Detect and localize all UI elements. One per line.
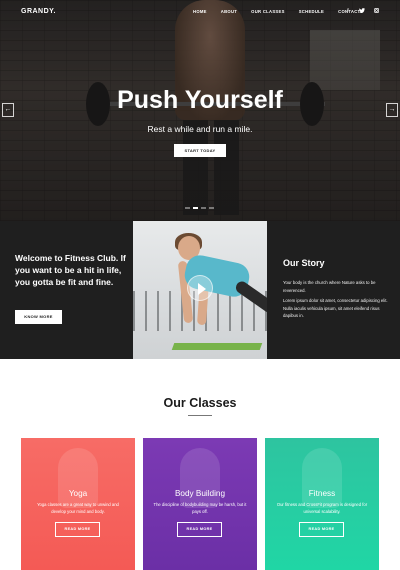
classes-title: Our Classes <box>163 396 237 410</box>
welcome-panel: Welcome to Fitness Club. If you want to … <box>0 221 133 359</box>
nav-item-schedule[interactable]: SCHEDULE <box>299 9 324 14</box>
card-title: Yoga <box>68 489 88 498</box>
yoga-figure-image <box>58 448 98 508</box>
nav-item-about[interactable]: ABOUT <box>221 9 237 14</box>
read-more-button[interactable]: READ MORE <box>55 522 100 537</box>
exercise-mat <box>171 343 263 350</box>
next-slide-arrow-icon[interactable]: → <box>386 103 398 117</box>
twitter-icon[interactable] <box>359 8 365 15</box>
social-links: f <box>345 8 379 15</box>
instagram-icon[interactable] <box>373 8 379 15</box>
brand-logo[interactable]: GRANDY. <box>21 8 56 15</box>
play-video-icon[interactable] <box>187 275 213 301</box>
start-today-button[interactable]: START TODAY <box>174 144 226 157</box>
know-more-button[interactable]: KNOW MORE <box>15 310 62 324</box>
prev-slide-arrow-icon[interactable]: ← <box>2 103 14 117</box>
story-heading: Our Story <box>283 258 325 268</box>
nav-item-home[interactable]: HOME <box>193 9 207 14</box>
slider-dot-active[interactable] <box>193 207 198 209</box>
class-card-body-building: Body Building The discipline of bodybuil… <box>143 438 257 570</box>
hero-title: Push Yourself <box>117 86 283 114</box>
facebook-icon[interactable]: f <box>345 8 351 15</box>
hero-section: GRANDY. HOME ABOUT OUR CLASSES SCHEDULE … <box>0 0 400 221</box>
bodybuilder-figure-image <box>180 448 220 508</box>
hero-subtitle: Rest a while and run a mile. <box>147 124 253 134</box>
slider-dot[interactable] <box>201 207 206 209</box>
title-divider <box>188 415 212 416</box>
class-card-fitness: Fitness Our fitness and CrossFit program… <box>265 438 379 570</box>
story-lead: Your body is the church where Nature ask… <box>283 280 376 293</box>
slider-dots <box>185 207 214 209</box>
card-description: The discipline of bodybuilding may be ha… <box>153 502 247 515</box>
card-title: Fitness <box>308 489 336 498</box>
class-card-yoga: Yoga Yoga classes are a great way to unw… <box>21 438 135 570</box>
our-story-panel: Our Story Your body is the church where … <box>267 221 400 359</box>
story-body: Lorem ipsum dolor sit amet, consectetur … <box>283 298 388 318</box>
slider-dot[interactable] <box>185 207 190 209</box>
card-title: Body Building <box>174 489 226 498</box>
welcome-heading: Welcome to Fitness Club. If you want to … <box>15 253 126 288</box>
card-description: Our fitness and CrossFit program is desi… <box>276 502 368 515</box>
read-more-button[interactable]: READ MORE <box>299 522 344 537</box>
fitness-figure-image <box>302 448 342 508</box>
read-more-button[interactable]: READ MORE <box>177 522 222 537</box>
nav-item-our-classes[interactable]: OUR CLASSES <box>251 9 285 14</box>
top-navigation: GRANDY. HOME ABOUT OUR CLASSES SCHEDULE … <box>0 0 400 24</box>
slider-dot[interactable] <box>209 207 214 209</box>
card-description: Yoga classes are a great way to unwind a… <box>37 502 119 515</box>
